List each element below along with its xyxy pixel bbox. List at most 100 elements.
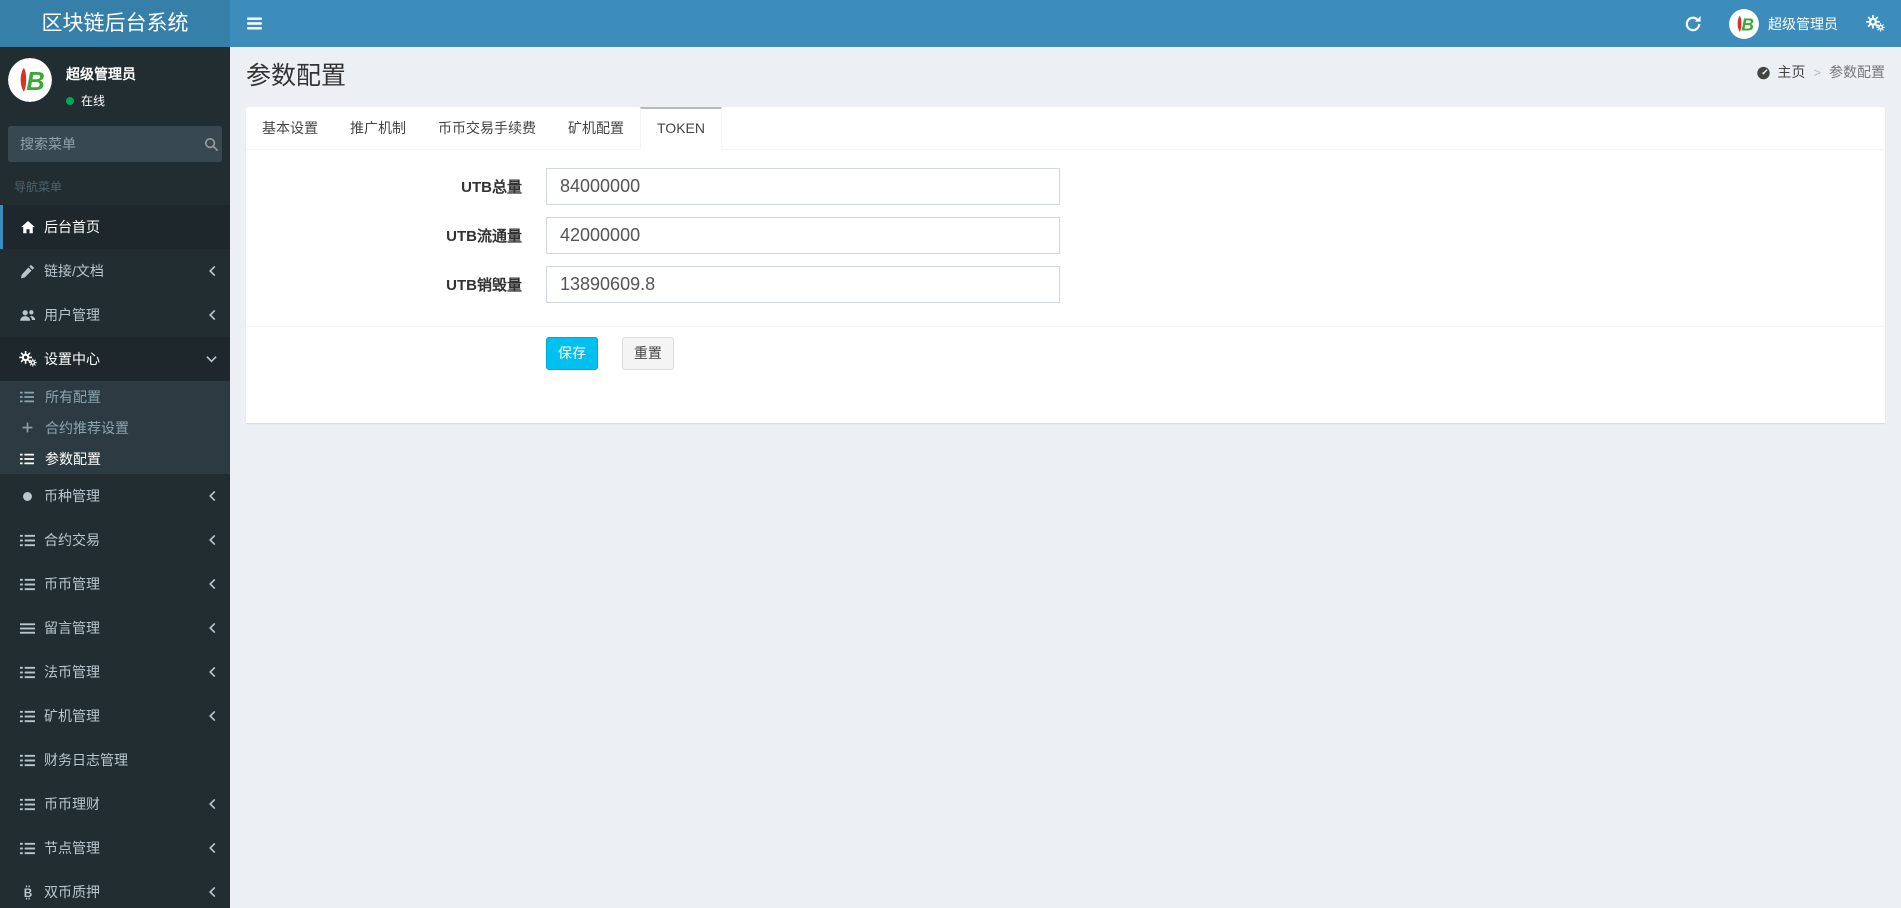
chevron-left-icon (207, 490, 218, 503)
sidebar-item-node-mgmt[interactable]: 节点管理 (0, 826, 230, 870)
user-menu[interactable]: B 超级管理员 (1717, 0, 1850, 47)
save-button[interactable]: 保存 (546, 337, 598, 370)
utb-total-label: UTB总量 (461, 179, 522, 196)
sidebar-item-label: 用户管理 (44, 307, 100, 323)
svg-text:B: B (23, 886, 32, 900)
sidebar-subitem-label: 合约推荐设置 (45, 419, 129, 436)
users-icon (18, 308, 37, 323)
page-title: 参数配置 (246, 62, 347, 90)
sidebar-item-dashboard[interactable]: 后台首页 (0, 205, 230, 249)
sidebar-item-label: 矿机管理 (44, 708, 100, 724)
main-content: 参数配置 主页 > 参数配置 基本设置 推广机制 币币交易手续费 矿机配置 TO… (230, 47, 1901, 908)
content-header: 参数配置 主页 > 参数配置 (230, 47, 1901, 107)
sidebar-item-settings-center[interactable]: 设置中心 (0, 337, 230, 381)
search-icon (204, 137, 219, 151)
navbar-user-name: 超级管理员 (1768, 15, 1838, 32)
list-icon (18, 709, 37, 724)
chevron-left-icon (207, 265, 218, 278)
chevron-left-icon (207, 578, 218, 591)
sidebar-item-coin-coin-mgmt[interactable]: 币币管理 (0, 562, 230, 606)
sidebar-item-contract-trade[interactable]: 合约交易 (0, 518, 230, 562)
form-row: UTB总量 (256, 168, 1875, 205)
sidebar-toggle-button[interactable] (230, 0, 278, 47)
sidebar-subitem-label: 所有配置 (45, 388, 101, 405)
refresh-icon (1685, 15, 1701, 32)
reset-button[interactable]: 重置 (621, 337, 674, 370)
sidebar-item-label: 留言管理 (44, 620, 100, 636)
sidebar-nav-header: 导航菜单 (14, 180, 63, 194)
sidebar-item-user-mgmt[interactable]: 用户管理 (0, 293, 230, 337)
sidebar-item-finance-log[interactable]: 财务日志管理 (0, 738, 230, 782)
chevron-left-icon (207, 842, 218, 855)
form-footer: 保存 重置 (246, 326, 1885, 423)
token-form: UTB总量 UTB流通量 UTB销毁量 (246, 150, 1885, 326)
tab-token[interactable]: TOKEN (640, 107, 722, 150)
avatar: B (1729, 8, 1759, 39)
chevron-left-icon (207, 710, 218, 723)
utb-circulating-label: UTB流通量 (446, 228, 522, 245)
sidebar-item-label: 链接/文档 (44, 263, 104, 279)
chevron-left-icon (207, 666, 218, 679)
utb-burned-input[interactable] (546, 266, 1060, 303)
gears-icon (1866, 15, 1885, 32)
list-icon (18, 797, 37, 812)
search-button[interactable] (201, 126, 222, 162)
list-icon (19, 452, 35, 466)
sidebar-item-label: 设置中心 (44, 351, 100, 367)
tab-promotion-mechanism[interactable]: 推广机制 (334, 107, 422, 149)
sidebar-subitem-param-config[interactable]: 参数配置 (0, 443, 230, 474)
settings-submenu: 所有配置 合约推荐设置 参数配置 (0, 381, 230, 474)
refresh-button[interactable] (1669, 0, 1717, 47)
sidebar-item-dual-coin-pledge[interactable]: B 双币质押 (0, 870, 230, 908)
sidebar-subitem-all-config[interactable]: 所有配置 (0, 381, 230, 412)
sidebar-item-coin-finance[interactable]: 币币理财 (0, 782, 230, 826)
list-icon (18, 753, 37, 768)
sidebar-item-label: 双币质押 (44, 884, 100, 900)
chevron-left-icon (207, 886, 218, 899)
utb-total-input[interactable] (546, 168, 1060, 205)
sidebar-subitem-contract-recommend[interactable]: 合约推荐设置 (0, 412, 230, 443)
chevron-left-icon (207, 309, 218, 322)
sidebar-item-label: 法币管理 (44, 664, 100, 680)
tab-basic-settings[interactable]: 基本设置 (246, 107, 334, 149)
breadcrumb-home-link[interactable]: 主页 (1756, 62, 1805, 82)
tab-miner-config[interactable]: 矿机配置 (552, 107, 640, 149)
form-row: UTB流通量 (256, 217, 1875, 254)
svg-text:B: B (1741, 14, 1754, 34)
sidebar-subitem-label: 参数配置 (45, 450, 101, 467)
chevron-left-icon (207, 798, 218, 811)
sidebar: B 超级管理员 在线 导航菜单 后台首页 链接/文档 (0, 47, 230, 908)
sidebar-item-links-docs[interactable]: 链接/文档 (0, 249, 230, 293)
chevron-left-icon (207, 622, 218, 635)
bars-icon (18, 621, 37, 636)
tab-header: 基本设置 推广机制 币币交易手续费 矿机配置 TOKEN (246, 107, 1885, 150)
search-input[interactable] (8, 136, 201, 152)
user-online-status[interactable]: 在线 (66, 92, 136, 109)
list-icon (18, 841, 37, 856)
utb-burned-label: UTB销毁量 (446, 277, 522, 294)
tab-coin-trade-fee[interactable]: 币币交易手续费 (422, 107, 552, 149)
sidebar-item-miner-mgmt[interactable]: 矿机管理 (0, 694, 230, 738)
circle-icon (18, 490, 37, 503)
list-icon (18, 533, 37, 548)
breadcrumb: 主页 > 参数配置 (1756, 62, 1885, 82)
dashboard-icon (1756, 65, 1771, 80)
list-icon (18, 665, 37, 680)
chevron-left-icon (207, 534, 218, 547)
sidebar-item-message-mgmt[interactable]: 留言管理 (0, 606, 230, 650)
sidebar-search (8, 126, 222, 162)
list-icon (18, 577, 37, 592)
sidebar-item-coin-mgmt[interactable]: 币种管理 (0, 474, 230, 518)
online-dot-icon (66, 96, 74, 105)
sidebar-item-label: 后台首页 (44, 219, 100, 235)
app-logo[interactable]: 区块链后台系统 (0, 0, 230, 47)
settings-button[interactable] (1850, 0, 1901, 47)
sidebar-item-fiat-mgmt[interactable]: 法币管理 (0, 650, 230, 694)
sidebar-item-label: 合约交易 (44, 532, 100, 548)
avatar: B (8, 58, 52, 102)
chevron-down-icon (205, 354, 218, 365)
breadcrumb-current: 参数配置 (1829, 64, 1885, 80)
utb-circulating-input[interactable] (546, 217, 1060, 254)
sidebar-item-label: 节点管理 (44, 840, 100, 856)
breadcrumb-separator: > (1813, 64, 1821, 80)
